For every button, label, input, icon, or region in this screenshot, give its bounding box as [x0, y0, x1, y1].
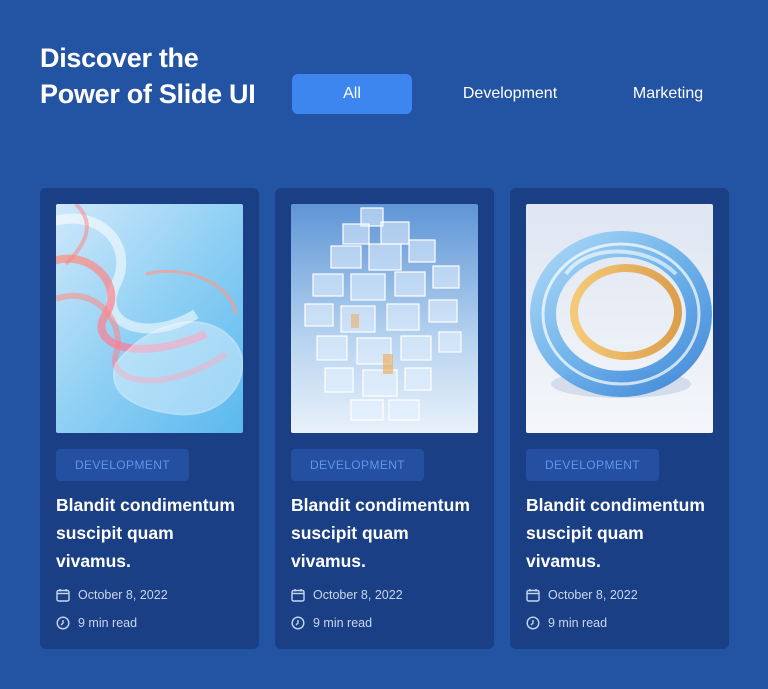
category-badge[interactable]: DEVELOPMENT [56, 449, 189, 481]
article-card[interactable]: DEVELOPMENT Blandit condimentum suscipit… [275, 188, 494, 649]
read-time-text: 9 min read [78, 616, 138, 630]
tab-development[interactable]: Development [412, 74, 608, 114]
read-time-row: 9 min read [291, 616, 372, 630]
read-time-row: 9 min read [526, 616, 607, 630]
card-list: DEVELOPMENT Blandit condimentum suscipit… [40, 188, 729, 649]
card-title[interactable]: Blandit condimentum suscipit quam vivamu… [291, 491, 478, 575]
article-card[interactable]: DEVELOPMENT Blandit condimentum suscipit… [510, 188, 729, 649]
date-text: October 8, 2022 [548, 588, 638, 602]
filter-tabs: All Development Marketing [292, 74, 728, 114]
read-time-row: 9 min read [56, 616, 137, 630]
clock-icon [56, 616, 70, 630]
category-badge[interactable]: DEVELOPMENT [291, 449, 424, 481]
clock-icon [291, 616, 305, 630]
calendar-icon [526, 589, 540, 602]
date-row: October 8, 2022 [291, 588, 403, 602]
article-card[interactable]: DEVELOPMENT Blandit condimentum suscipit… [40, 188, 259, 649]
card-title[interactable]: Blandit condimentum suscipit quam vivamu… [526, 491, 713, 575]
tab-all[interactable]: All [292, 74, 412, 114]
read-time-text: 9 min read [313, 616, 373, 630]
date-row: October 8, 2022 [526, 588, 638, 602]
glass-ring-image[interactable] [526, 204, 713, 433]
card-title[interactable]: Blandit condimentum suscipit quam vivamu… [56, 491, 243, 575]
calendar-icon [56, 589, 70, 602]
date-text: October 8, 2022 [313, 588, 403, 602]
date-text: October 8, 2022 [78, 588, 168, 602]
tab-marketing[interactable]: Marketing [608, 74, 728, 114]
read-time-text: 9 min read [548, 616, 608, 630]
category-badge[interactable]: DEVELOPMENT [526, 449, 659, 481]
calendar-icon [291, 589, 305, 602]
page-title: Discover the Power of Slide UI [40, 43, 256, 109]
date-row: October 8, 2022 [56, 588, 168, 602]
glass-waves-image[interactable] [56, 204, 243, 433]
glass-cubes-image[interactable] [291, 204, 478, 433]
clock-icon [526, 616, 540, 630]
